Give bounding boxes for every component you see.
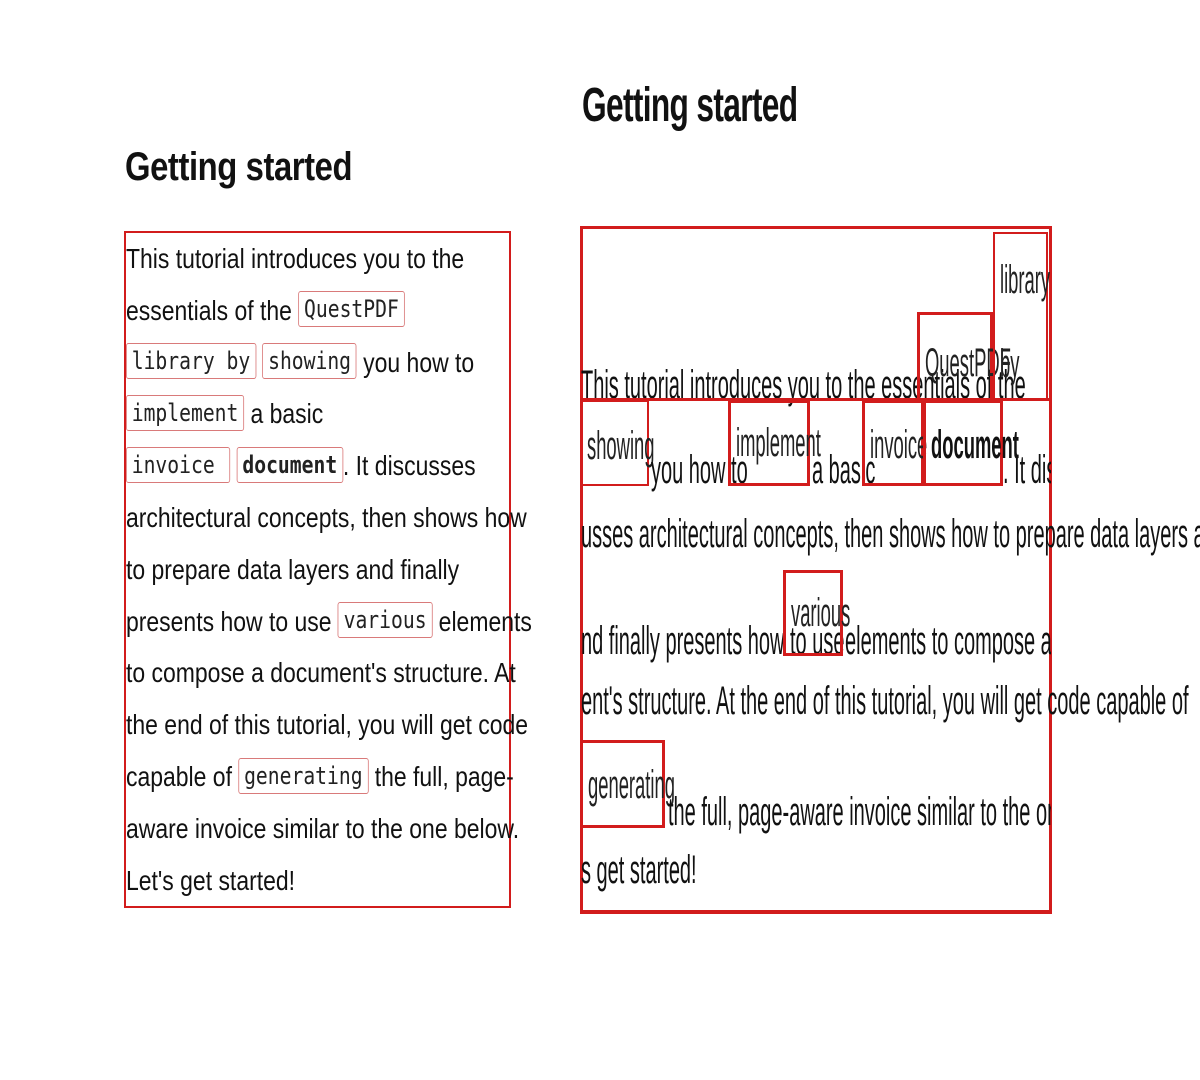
left-line: architectural concepts, then shows how [126, 501, 527, 533]
code-questpdf: QuestPDF [298, 291, 405, 328]
left-line: This tutorial introduces you to the [126, 243, 465, 274]
box-showing: showing [580, 400, 655, 486]
left-line: invoice document. It discusses [126, 440, 511, 492]
right-row: s get started! [581, 848, 697, 892]
code-generating: generating [238, 757, 369, 794]
right-row: usses architectural concepts, then shows… [581, 512, 1200, 556]
code-document: document [236, 446, 343, 483]
left-line: capable of generating the full, page- [126, 751, 514, 803]
box-implement: implement [728, 400, 821, 486]
left-line: library by showing you how to [126, 337, 511, 389]
left-line: to prepare data layers and finally [126, 553, 460, 585]
left-line: presents how to use various elements [126, 596, 532, 648]
left-heading: Getting started [125, 145, 353, 189]
left-line: implement a basic [126, 388, 511, 440]
left-line: to compose a document's structure. At [126, 657, 516, 689]
right-heading: Getting started [582, 79, 798, 132]
box-generating: generating [580, 740, 675, 828]
right-row: the full, page-aware invoice similar to … [668, 790, 1051, 834]
right-row: you how to [651, 448, 748, 492]
right-row: ent's structure. At the end of this tuto… [581, 679, 1189, 723]
right-row: a basic [812, 448, 876, 492]
box-various: various [783, 570, 850, 656]
left-line: essentials of the QuestPDF [126, 285, 511, 337]
left-line: Let's get started! [126, 864, 296, 896]
code-invoice: invoice [126, 446, 231, 483]
code-various: various [337, 602, 433, 639]
left-line: the end of this tutorial, you will get c… [126, 709, 529, 741]
left-line: aware invoice similar to the one below. [126, 812, 520, 844]
box-library-by: library by [993, 232, 1050, 400]
code-showing: showing [262, 343, 357, 380]
left-paragraph: This tutorial introduces you to the esse… [126, 233, 532, 906]
right-row: . It disc [1003, 448, 1051, 492]
right-row: elements to compose a docum [845, 619, 1051, 663]
box-invoice: invoice [862, 400, 927, 486]
code-implement: implement [126, 395, 245, 431]
box-questpdf: QuestPDF [917, 312, 1011, 402]
box-document: document [923, 400, 1019, 486]
code-library-by: library by [126, 343, 256, 380]
